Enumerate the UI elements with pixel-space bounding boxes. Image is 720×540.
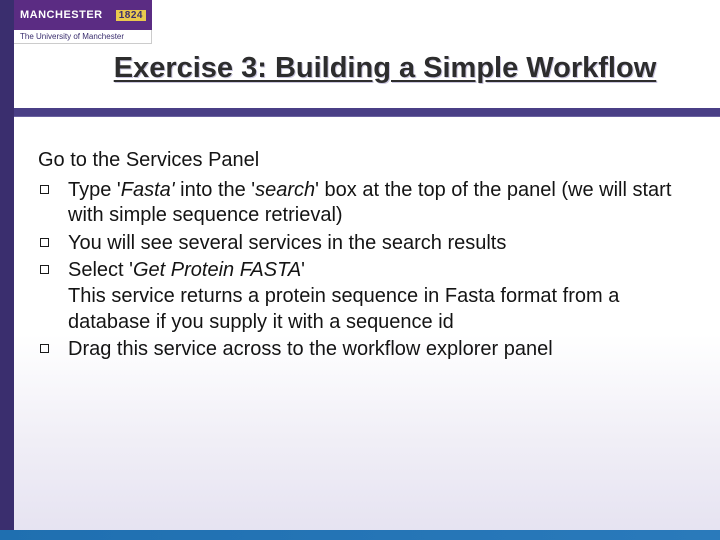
slide-title: Exercise 3: Building a Simple Workflow	[80, 52, 690, 85]
logo-brand-bar: MANCHESTER 1824	[14, 0, 152, 30]
continuation-text: This service returns a protein sequence …	[68, 284, 692, 335]
text-fragment: Drag this service across to the workflow…	[68, 338, 553, 360]
list-item: Drag this service across to the workflow…	[38, 337, 692, 363]
logo-year: 1824	[116, 10, 146, 21]
intro-text: Go to the Services Panel	[38, 148, 692, 174]
bullet-list: Type 'Fasta' into the 'search' box at th…	[38, 178, 692, 363]
manchester-left-strip	[0, 0, 14, 540]
text-fragment: '	[301, 259, 305, 281]
text-fragment: into the '	[175, 179, 256, 201]
text-italic: Get Protein FASTA	[133, 259, 301, 281]
text-italic: search	[255, 179, 315, 201]
text-fragment: You will see several services in the sea…	[68, 232, 506, 254]
text-fragment: Type '	[68, 179, 121, 201]
text-italic: Fasta'	[121, 179, 175, 201]
list-item: You will see several services in the sea…	[38, 231, 692, 257]
footer-strip	[0, 530, 720, 540]
slide-body: Go to the Services Panel Type 'Fasta' in…	[38, 148, 692, 365]
title-underline-bar	[14, 108, 720, 117]
text-fragment: Select '	[68, 259, 133, 281]
list-item: Select 'Get Protein FASTA' This service …	[38, 258, 692, 335]
list-item: Type 'Fasta' into the 'search' box at th…	[38, 178, 692, 229]
university-logo: MANCHESTER 1824 The University of Manche…	[14, 0, 152, 46]
logo-brand: MANCHESTER	[20, 9, 103, 21]
logo-subtext: The University of Manchester	[14, 30, 152, 44]
